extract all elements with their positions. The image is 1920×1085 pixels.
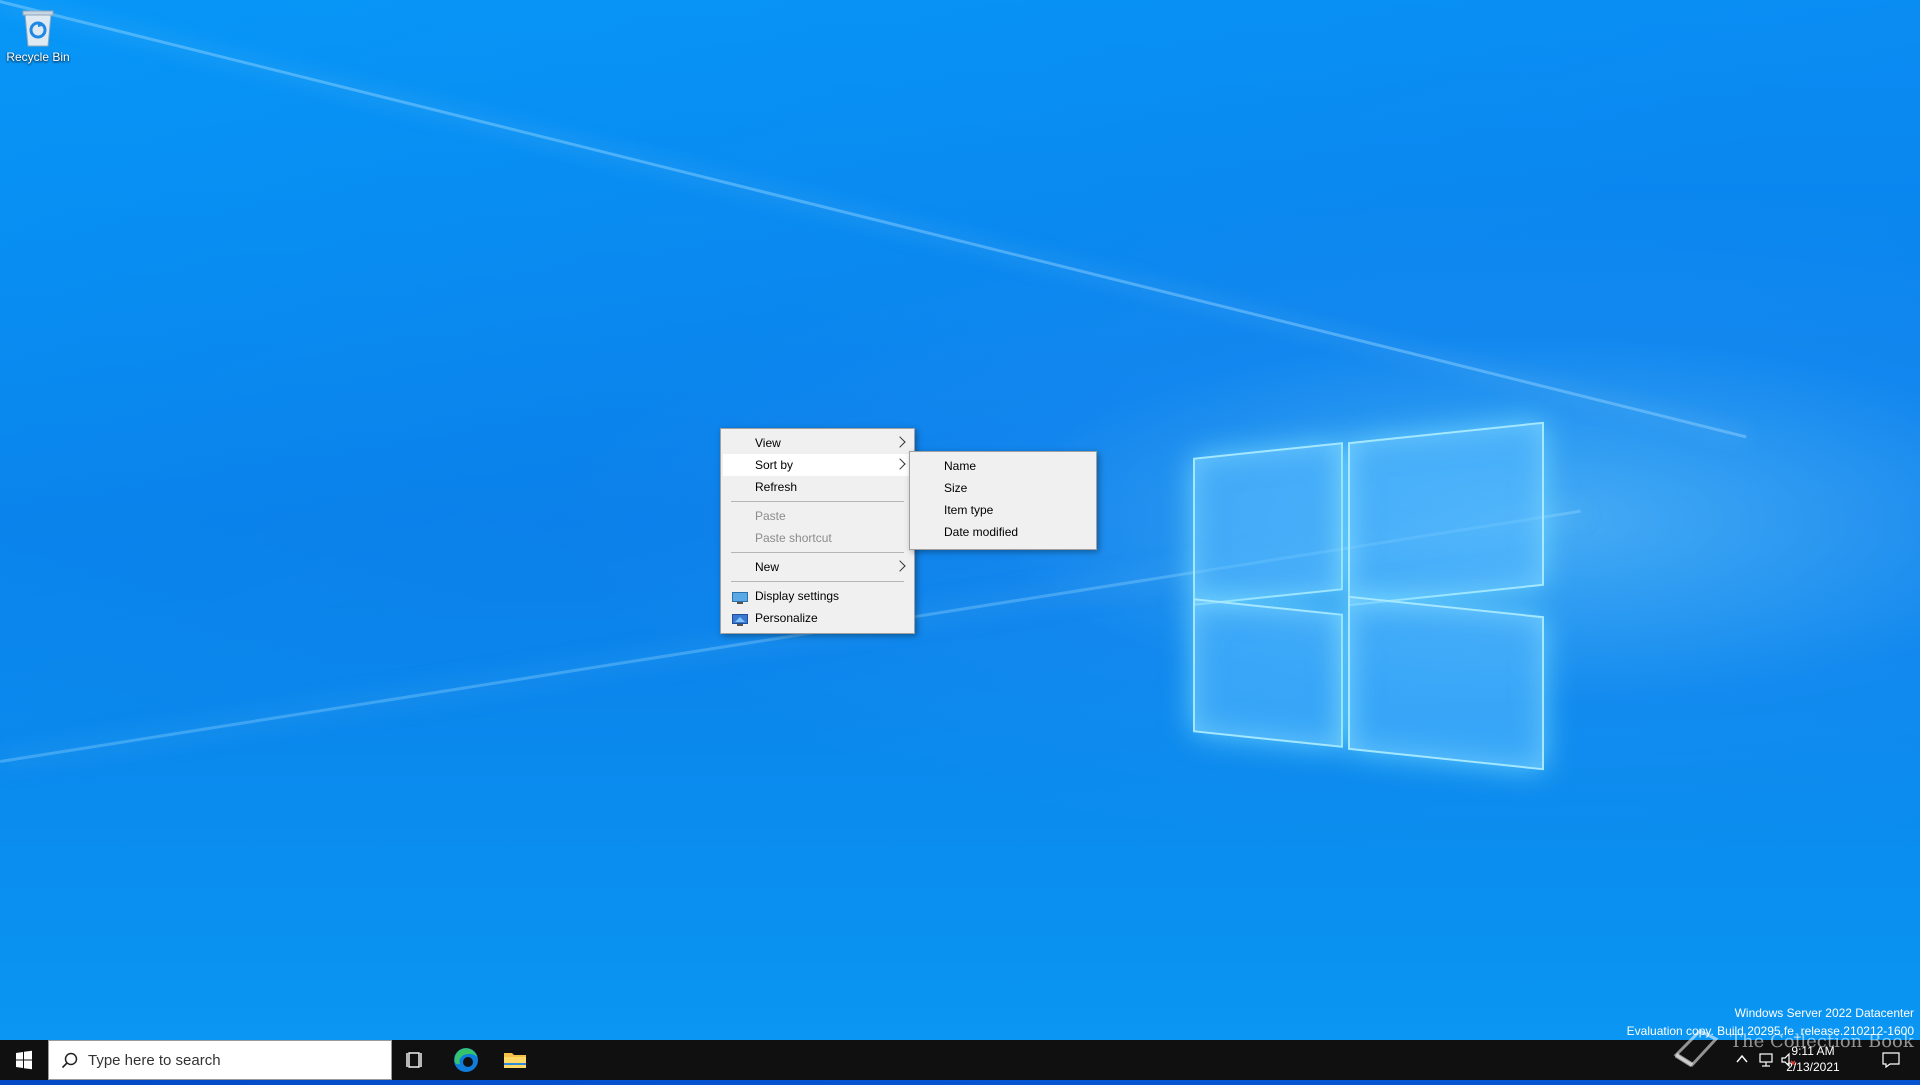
menu-item-new[interactable]: New xyxy=(723,556,912,578)
menu-item-label: Personalize xyxy=(755,611,818,625)
desktop-context-menu: View Sort by Refresh Paste Paste shortcu… xyxy=(720,428,915,634)
task-view-button[interactable] xyxy=(392,1040,440,1080)
menu-item-label: Sort by xyxy=(755,458,794,472)
menu-item-label: Display settings xyxy=(755,589,840,603)
submenu-item-label: Date modified xyxy=(944,525,1019,539)
recycle-bin-icon xyxy=(20,6,56,48)
sort-by-date-modified[interactable]: Date modified xyxy=(912,521,1094,543)
recycle-bin-shortcut[interactable]: Recycle Bin xyxy=(4,6,72,64)
watermark-overlay-text: The Collection Book xyxy=(1730,1031,1914,1052)
menu-item-sort-by[interactable]: Sort by xyxy=(723,454,912,476)
sort-by-submenu: Name Size Item type Date modified xyxy=(909,451,1097,550)
personalize-icon xyxy=(732,611,748,626)
menu-item-paste[interactable]: Paste xyxy=(723,505,912,527)
menu-separator xyxy=(731,501,904,502)
menu-item-label: Paste shortcut xyxy=(755,531,832,545)
menu-item-personalize[interactable]: Personalize xyxy=(723,607,912,629)
book-icon xyxy=(1673,1029,1719,1068)
edition-watermark: Windows Server 2022 Datacenter xyxy=(1734,1006,1914,1020)
sort-by-size[interactable]: Size xyxy=(912,477,1094,499)
search-placeholder: Type here to search xyxy=(88,1052,221,1069)
menu-item-label: Refresh xyxy=(755,480,798,494)
display-settings-icon xyxy=(732,589,748,604)
menu-item-refresh[interactable]: Refresh xyxy=(723,476,912,498)
clock-date: 2/13/2021 xyxy=(1786,1060,1840,1074)
menu-item-label: New xyxy=(755,560,780,574)
menu-item-label: View xyxy=(755,436,781,450)
submenu-item-label: Size xyxy=(944,481,968,495)
light-beam xyxy=(0,0,1747,439)
notification-center-icon[interactable] xyxy=(1882,1052,1900,1068)
chevron-right-icon xyxy=(894,560,906,572)
submenu-item-label: Item type xyxy=(944,503,994,517)
sort-by-name[interactable]: Name xyxy=(912,455,1094,477)
edge-taskbar-button[interactable] xyxy=(442,1040,490,1080)
chevron-right-icon xyxy=(894,436,906,448)
submenu-item-label: Name xyxy=(944,459,977,473)
menu-separator xyxy=(731,552,904,553)
menu-separator xyxy=(731,581,904,582)
windows-logo-wallpaper xyxy=(1193,421,1544,780)
menu-item-paste-shortcut[interactable]: Paste shortcut xyxy=(723,527,912,549)
taskbar: Type here to search 9:11 AM 2/13/2021 xyxy=(0,1040,1920,1080)
show-hidden-icons-chevron-icon[interactable] xyxy=(1736,1054,1748,1064)
windows-start-icon xyxy=(16,1050,32,1070)
file-explorer-icon xyxy=(504,1053,526,1068)
network-icon[interactable] xyxy=(1758,1052,1774,1068)
recycle-bin-label: Recycle Bin xyxy=(6,50,70,64)
chevron-right-icon xyxy=(894,458,906,470)
file-explorer-taskbar-button[interactable] xyxy=(491,1040,539,1080)
taskbar-search-box[interactable]: Type here to search xyxy=(48,1040,392,1080)
menu-item-label: Paste xyxy=(755,509,786,523)
sort-by-item-type[interactable]: Item type xyxy=(912,499,1094,521)
edge-browser-icon xyxy=(454,1048,478,1072)
search-icon xyxy=(61,1052,78,1069)
task-view-icon xyxy=(406,1052,422,1068)
menu-item-view[interactable]: View xyxy=(723,432,912,454)
desktop[interactable]: Recycle Bin View Sort by Refresh Paste P… xyxy=(0,0,1920,1040)
start-button[interactable] xyxy=(0,1040,48,1080)
menu-item-display-settings[interactable]: Display settings xyxy=(723,585,912,607)
